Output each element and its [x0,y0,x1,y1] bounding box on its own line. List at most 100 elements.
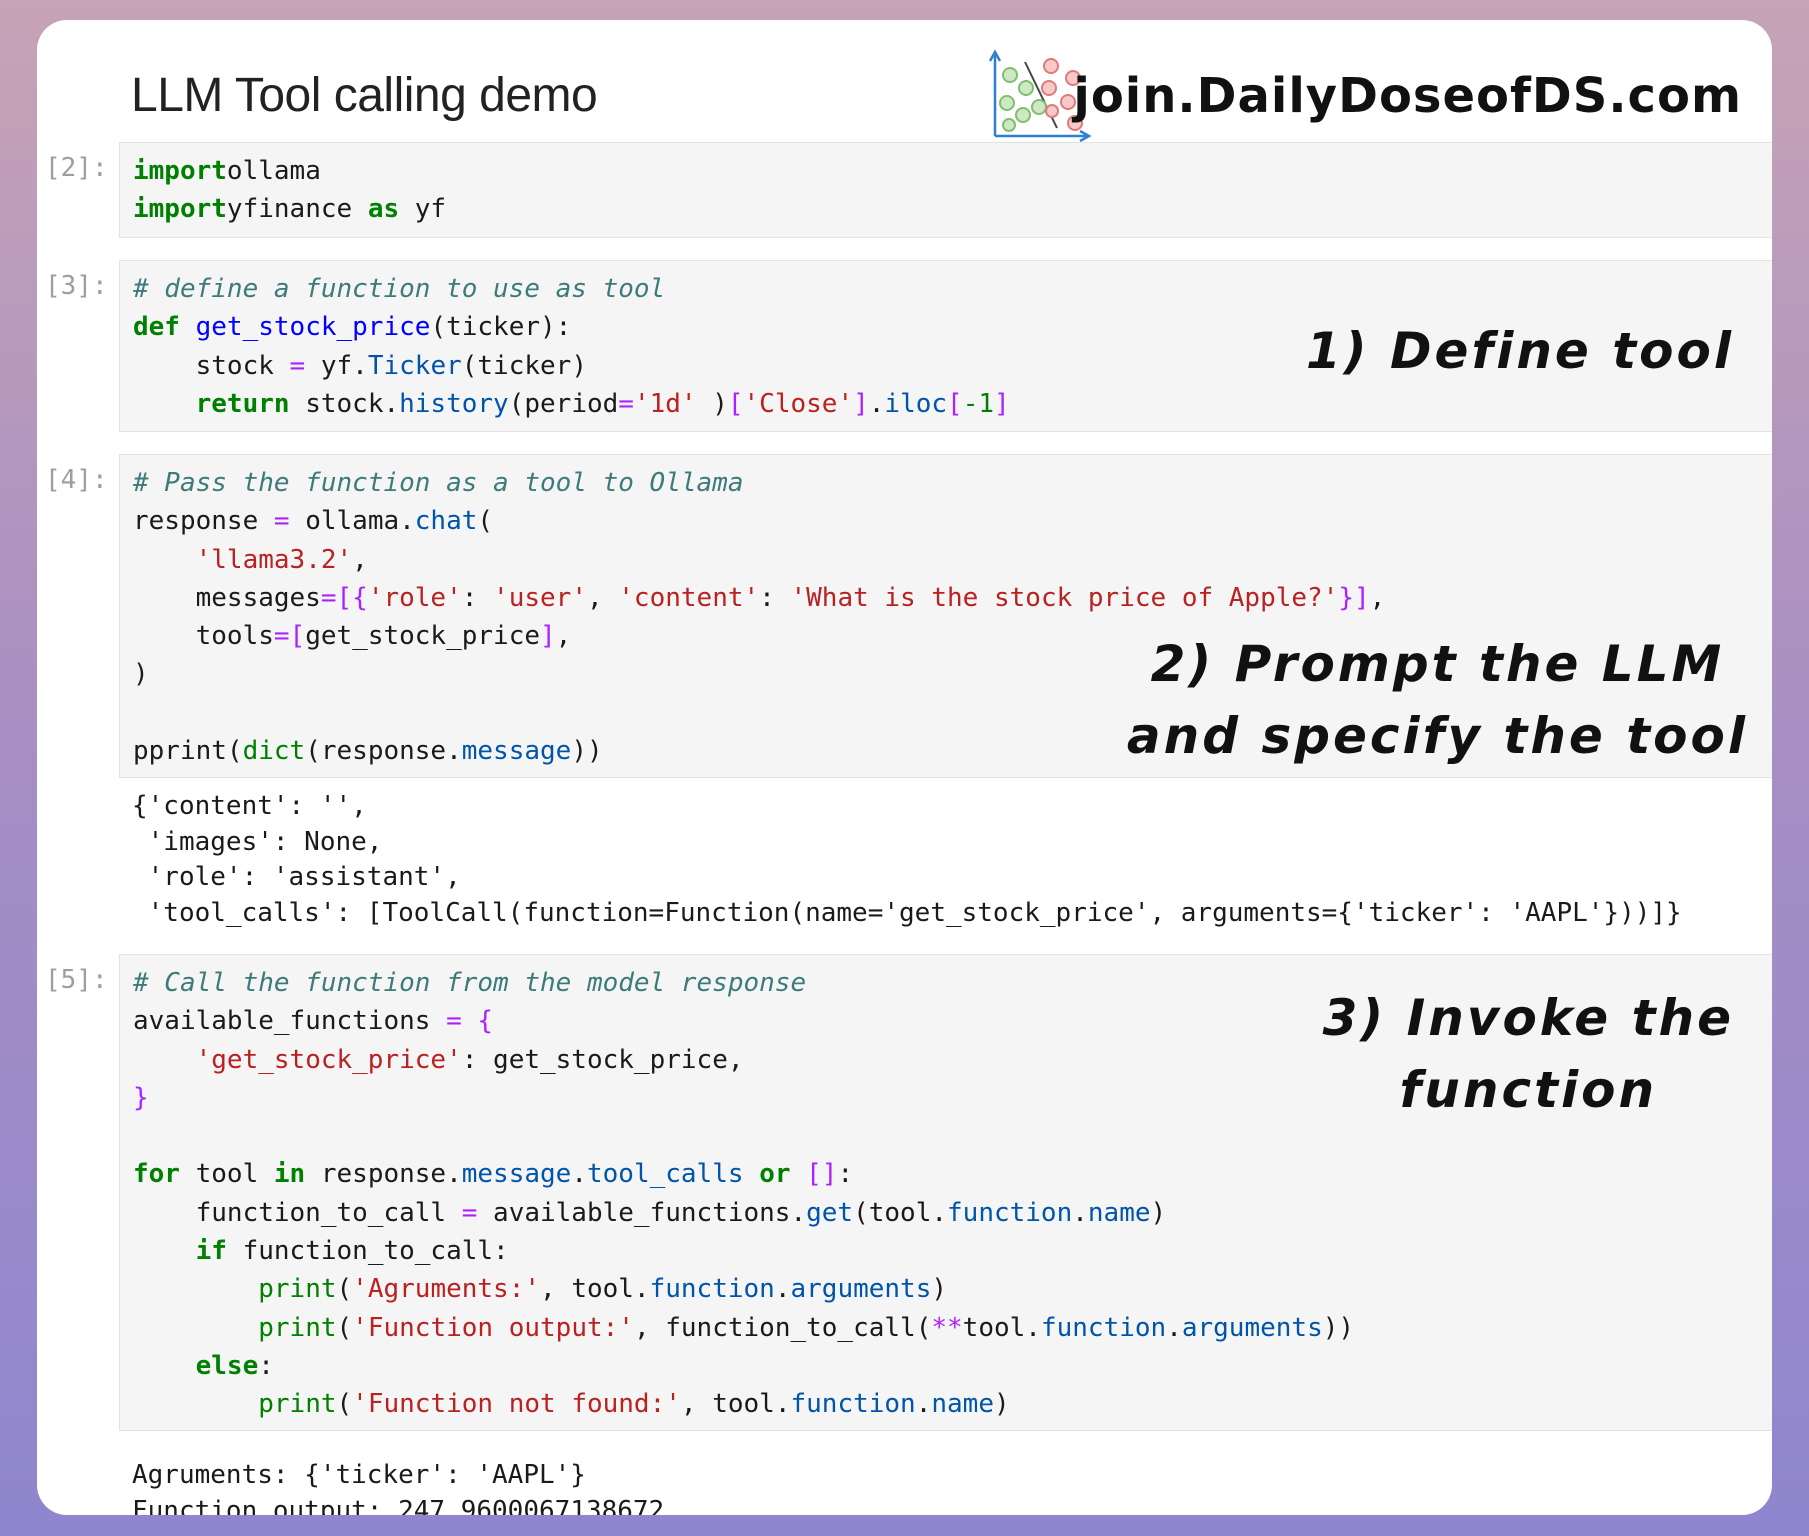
code-token: import [133,156,227,186]
code-token: if [195,1236,227,1267]
code-token: function [947,1197,1073,1228]
code-block: importollama importyfinance as yf [133,152,1772,229]
code-token: stock. [289,388,400,419]
annotation-line: 2) Prompt the LLM [1150,635,1725,693]
code-token: ] [853,388,869,419]
code-editor[interactable]: importollama importyfinance as yf [119,142,1772,238]
code-token: tool [179,1159,274,1190]
code-token: function [649,1274,775,1305]
code-token: = [320,582,337,613]
code-token: 'Agruments:' [352,1274,541,1305]
code-token: or [759,1159,791,1190]
code-token: ] [994,388,1010,419]
page-title: LLM Tool calling demo [131,69,598,122]
code-token: # define a function to use as tool [133,274,666,304]
code-token: name [931,1389,994,1420]
code-token: in [273,1159,306,1190]
code-token: 'get_stock_price' [195,1044,462,1075]
code-token: get [806,1197,854,1228]
code-token: yfinance [226,194,368,225]
code-token: )) [1322,1312,1355,1343]
code-token: 'What is the stock price of Apple?' [790,582,1339,613]
code-token: . [868,388,885,419]
output-text: Agruments: {'ticker': 'AAPL'} Function o… [132,1460,665,1515]
code-token: response [133,506,274,537]
code-token: ( [336,1274,353,1305]
code-token: (ticker): [430,312,572,343]
code-token: tools [133,621,274,652]
code-token: = [618,388,634,419]
code-token: ( [477,506,494,537]
notebook-card: LLM Tool calling demo join.DailyDoseofDS… [37,20,1772,1515]
cell-prompt: [2]: [45,153,108,183]
code-token: for [133,1159,180,1190]
output-text: {'content': '', 'images': None, 'role': … [132,791,1682,928]
annotation-define-tool: 1) Define tool [1306,315,1734,387]
code-token: function [790,1389,916,1420]
code-token: . [1166,1312,1182,1343]
code-token: get_stock_price [305,621,541,652]
code-token: import [133,194,227,225]
annotation-line: function [1399,1061,1658,1119]
code-token: ** [931,1312,963,1343]
annotation-prompt-llm: 2) Prompt the LLM and specify the tool [1127,628,1748,772]
code-token: dict [242,736,306,767]
code-token: tool. [962,1312,1041,1343]
brand-link[interactable]: join.DailyDoseofDS.com [1073,68,1742,124]
annotation-line: and specify the tool [1126,707,1748,765]
code-token: function [1040,1312,1167,1343]
code-token: ) [931,1274,948,1305]
code-token: ) [1150,1197,1167,1228]
code-token: def [133,312,180,343]
code-token: : [837,1159,854,1190]
code-token: . [571,1159,587,1190]
code-token: , tool. [540,1274,650,1305]
cell-prompt: [3]: [45,271,108,301]
code-token: = [273,506,290,537]
code-token: available_functions. [477,1197,807,1228]
code-token: . [915,1389,932,1420]
code-token: available_functions [133,1006,447,1037]
code-token: # Call the function from the model respo… [133,968,807,998]
annotation-line: 1) Define tool [1305,322,1734,380]
code-token: }] [1338,582,1370,613]
code-token: chat [414,506,478,537]
code-token: (response. [305,736,462,767]
code-token: , [1369,582,1386,613]
code-token: [ [727,388,744,419]
code-token: as [367,194,400,225]
cell-prompt: [4]: [45,465,108,495]
code-token: print [258,1312,337,1343]
code-token: history [399,388,509,419]
code-token: (ticker) [461,350,587,381]
code-token: [ [289,621,306,652]
cell-output: Agruments: {'ticker': 'AAPL'} Function o… [132,1458,664,1515]
code-token: , function_to_call( [633,1312,932,1343]
code-token: . [1072,1197,1088,1228]
code-token: 'Function output:' [352,1312,634,1343]
code-token: arguments [790,1274,932,1305]
code-token: -1 [962,388,995,419]
code-token: print [258,1389,337,1420]
code-token: 'Function not found:' [352,1389,681,1420]
annotation-invoke-function: 3) Invoke the function [1323,982,1734,1126]
code-token: . [774,1274,791,1305]
code-token: , [352,544,368,575]
code-token: yf. [305,350,368,381]
code-token: [ [947,388,963,419]
code-token: ollama [226,156,321,186]
code-token: get_stock_price [195,312,431,343]
code-token: # Pass the function as a tool to Ollama [133,468,744,498]
code-token: response. [305,1159,462,1190]
code-token: '1d' [633,388,697,419]
code-token: = [273,621,290,652]
code-token: { [477,1006,494,1037]
code-token: (tool. [853,1197,948,1228]
